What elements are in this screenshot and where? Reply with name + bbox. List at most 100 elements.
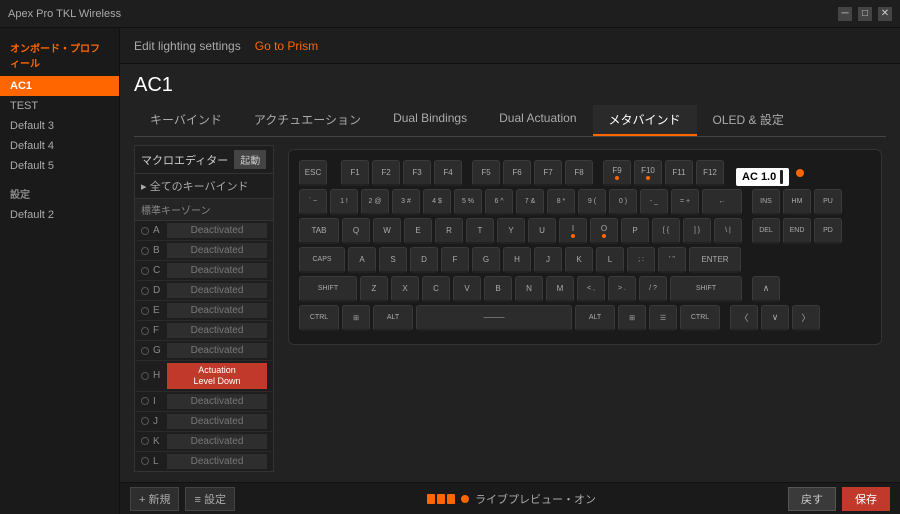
- key-pd[interactable]: PD: [814, 218, 842, 244]
- key-left[interactable]: 〈: [730, 305, 758, 331]
- key-q[interactable]: Q: [342, 218, 370, 244]
- list-item[interactable]: H ActuationLevel Down: [135, 361, 273, 392]
- sidebar-item-test[interactable]: TEST: [0, 96, 119, 116]
- sidebar-item-default2[interactable]: Default 2: [0, 205, 119, 225]
- key-k[interactable]: K: [565, 247, 593, 273]
- key-r[interactable]: R: [435, 218, 463, 244]
- key-f4[interactable]: F4: [434, 160, 462, 186]
- key-minus[interactable]: - _: [640, 189, 668, 215]
- key-comma[interactable]: < ,: [577, 276, 605, 302]
- sidebar-item-default5[interactable]: Default 5: [0, 156, 119, 176]
- list-item[interactable]: F Deactivated: [135, 321, 273, 341]
- key-list-scroll[interactable]: A Deactivated B Deactivated C: [135, 221, 273, 471]
- key-o[interactable]: O: [590, 218, 618, 244]
- key-1[interactable]: 1 !: [330, 189, 358, 215]
- key-n[interactable]: N: [515, 276, 543, 302]
- key-d[interactable]: D: [410, 247, 438, 273]
- sidebar-item-default3[interactable]: Default 3: [0, 116, 119, 136]
- key-z[interactable]: Z: [360, 276, 388, 302]
- key-enter[interactable]: ENTER: [689, 247, 741, 273]
- key-quote[interactable]: ' ": [658, 247, 686, 273]
- key-rctrl[interactable]: CTRL: [680, 305, 720, 331]
- key-s[interactable]: S: [379, 247, 407, 273]
- key-f2[interactable]: F2: [372, 160, 400, 186]
- sidebar-item-default4[interactable]: Default 4: [0, 136, 119, 156]
- key-caps[interactable]: CAPS: [299, 247, 345, 273]
- minimize-button[interactable]: ─: [838, 7, 852, 21]
- key-esc[interactable]: ESC: [299, 160, 327, 186]
- sidebar-item-ac1[interactable]: AC1: [0, 76, 119, 96]
- key-ins[interactable]: INS: [752, 189, 780, 215]
- key-a[interactable]: A: [348, 247, 376, 273]
- tab-metabind[interactable]: メタバインド: [593, 105, 697, 136]
- list-item[interactable]: A Deactivated: [135, 221, 273, 241]
- key-f[interactable]: F: [441, 247, 469, 273]
- key-t[interactable]: T: [466, 218, 494, 244]
- key-9[interactable]: 9 (: [578, 189, 606, 215]
- key-f1[interactable]: F1: [341, 160, 369, 186]
- list-item[interactable]: J Deactivated: [135, 412, 273, 432]
- key-c[interactable]: C: [422, 276, 450, 302]
- key-hm[interactable]: HM: [783, 189, 811, 215]
- key-lshift[interactable]: SHIFT: [299, 276, 357, 302]
- tab-keybind[interactable]: キーバインド: [134, 105, 238, 136]
- list-item[interactable]: D Deactivated: [135, 281, 273, 301]
- key-right[interactable]: 〉: [792, 305, 820, 331]
- key-backslash[interactable]: \ |: [714, 218, 742, 244]
- key-f8[interactable]: F8: [565, 160, 593, 186]
- key-lctrl[interactable]: CTRL: [299, 305, 339, 331]
- go-to-prism-link[interactable]: Go to Prism: [255, 39, 318, 53]
- key-lwin[interactable]: ⊞: [342, 305, 370, 331]
- list-item[interactable]: E Deactivated: [135, 301, 273, 321]
- key-f12[interactable]: F12: [696, 160, 724, 186]
- key-u[interactable]: U: [528, 218, 556, 244]
- key-j[interactable]: J: [534, 247, 562, 273]
- key-menu[interactable]: ☰: [649, 305, 677, 331]
- key-m[interactable]: M: [546, 276, 574, 302]
- key-8[interactable]: 8 *: [547, 189, 575, 215]
- key-slash[interactable]: / ?: [639, 276, 667, 302]
- add-profile-button[interactable]: + 新規: [130, 487, 179, 511]
- key-lalt[interactable]: ALT: [373, 305, 413, 331]
- key-semicolon[interactable]: ; :: [627, 247, 655, 273]
- key-f5[interactable]: F5: [472, 160, 500, 186]
- key-v[interactable]: V: [453, 276, 481, 302]
- key-backtick[interactable]: ` ~: [299, 189, 327, 215]
- list-item[interactable]: L Deactivated: [135, 452, 273, 471]
- key-ralt[interactable]: ALT: [575, 305, 615, 331]
- key-p[interactable]: P: [621, 218, 649, 244]
- key-f3[interactable]: F3: [403, 160, 431, 186]
- key-h[interactable]: H: [503, 247, 531, 273]
- list-item[interactable]: B Deactivated: [135, 241, 273, 261]
- list-item[interactable]: I Deactivated: [135, 392, 273, 412]
- key-space[interactable]: ———: [416, 305, 572, 331]
- key-g[interactable]: G: [472, 247, 500, 273]
- key-x[interactable]: X: [391, 276, 419, 302]
- tab-dual-bindings[interactable]: Dual Bindings: [377, 105, 483, 136]
- settings-button[interactable]: ≡ 設定: [185, 487, 234, 511]
- key-f11[interactable]: F11: [665, 160, 693, 186]
- key-6[interactable]: 6 ^: [485, 189, 513, 215]
- key-end[interactable]: END: [783, 218, 811, 244]
- key-f10[interactable]: F10: [634, 160, 662, 186]
- key-e[interactable]: E: [404, 218, 432, 244]
- key-rshift[interactable]: SHIFT: [670, 276, 742, 302]
- key-0[interactable]: 0 ): [609, 189, 637, 215]
- tab-oled-settings[interactable]: OLED & 設定: [697, 105, 800, 136]
- list-item[interactable]: K Deactivated: [135, 432, 273, 452]
- key-equals[interactable]: = +: [671, 189, 699, 215]
- key-down[interactable]: ∨: [761, 305, 789, 331]
- key-f6[interactable]: F6: [503, 160, 531, 186]
- key-i[interactable]: I: [559, 218, 587, 244]
- key-4[interactable]: 4 $: [423, 189, 451, 215]
- key-l[interactable]: L: [596, 247, 624, 273]
- key-y[interactable]: Y: [497, 218, 525, 244]
- key-del[interactable]: DEL: [752, 218, 780, 244]
- key-rwin[interactable]: ⊞: [618, 305, 646, 331]
- key-5[interactable]: 5 %: [454, 189, 482, 215]
- key-pu[interactable]: PU: [814, 189, 842, 215]
- key-f7[interactable]: F7: [534, 160, 562, 186]
- tab-actuation[interactable]: アクチュエーション: [238, 105, 377, 136]
- maximize-button[interactable]: □: [858, 7, 872, 21]
- key-up[interactable]: ∧: [752, 276, 780, 302]
